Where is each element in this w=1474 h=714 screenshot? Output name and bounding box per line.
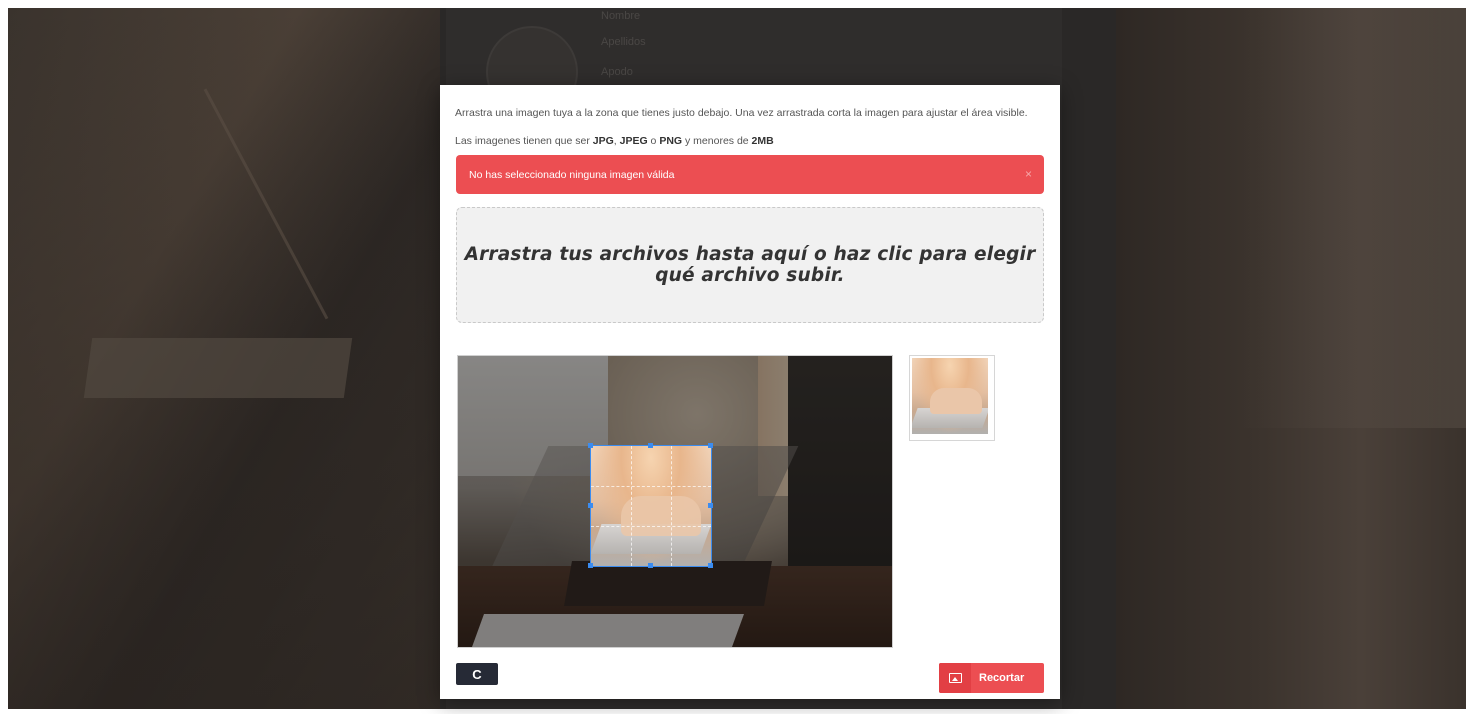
crop-handle-e[interactable] [708, 503, 713, 508]
crop-handle-se[interactable] [708, 563, 713, 568]
file-dropzone[interactable]: Arrastra tus archivos hasta aquí o haz c… [456, 207, 1044, 323]
crop-area[interactable] [457, 355, 893, 648]
image-upload-modal: Arrastra una imagen tuya a la zona que t… [440, 85, 1060, 699]
crop-handle-w[interactable] [588, 503, 593, 508]
crop-selection[interactable] [590, 445, 712, 567]
max-size: 2MB [751, 135, 774, 147]
image-icon [939, 663, 971, 693]
reset-button[interactable]: C [456, 663, 498, 685]
background-label-surname: Apellidos [601, 36, 646, 48]
requirements-sep2: o [647, 135, 660, 147]
requirements-prefix: Las imagenes tienen que ser [455, 135, 593, 147]
crop-handle-nw[interactable] [588, 443, 593, 448]
crop-handle-ne[interactable] [708, 443, 713, 448]
background-photo-left [8, 8, 440, 709]
intro-text: Arrastra una imagen tuya a la zona que t… [455, 107, 1028, 119]
crop-button-label: Recortar [979, 672, 1025, 684]
refresh-icon: C [472, 666, 482, 682]
crop-preview [909, 355, 995, 441]
crop-handle-n[interactable] [648, 443, 653, 448]
dropzone-text: Arrastra tus archivos hasta aquí o haz c… [464, 244, 1036, 286]
requirements-middle: y menores de [682, 135, 752, 147]
crop-handle-s[interactable] [648, 563, 653, 568]
error-alert-message: No has seleccionado ninguna imagen válid… [469, 169, 675, 181]
background-photo-right [1116, 8, 1466, 709]
background-label-nickname: Apodo [601, 66, 633, 78]
crop-button[interactable]: Recortar [939, 663, 1044, 693]
format-jpeg: JPEG [619, 135, 648, 147]
format-jpg: JPG [592, 135, 614, 147]
format-png: PNG [659, 135, 683, 147]
background-label-name: Nombre [601, 10, 641, 22]
error-alert: No has seleccionado ninguna imagen válid… [456, 155, 1044, 194]
crop-handle-sw[interactable] [588, 563, 593, 568]
requirements-text: Las imagenes tienen que ser JPG, JPEG o … [455, 135, 774, 147]
close-icon[interactable]: × [1025, 167, 1032, 181]
